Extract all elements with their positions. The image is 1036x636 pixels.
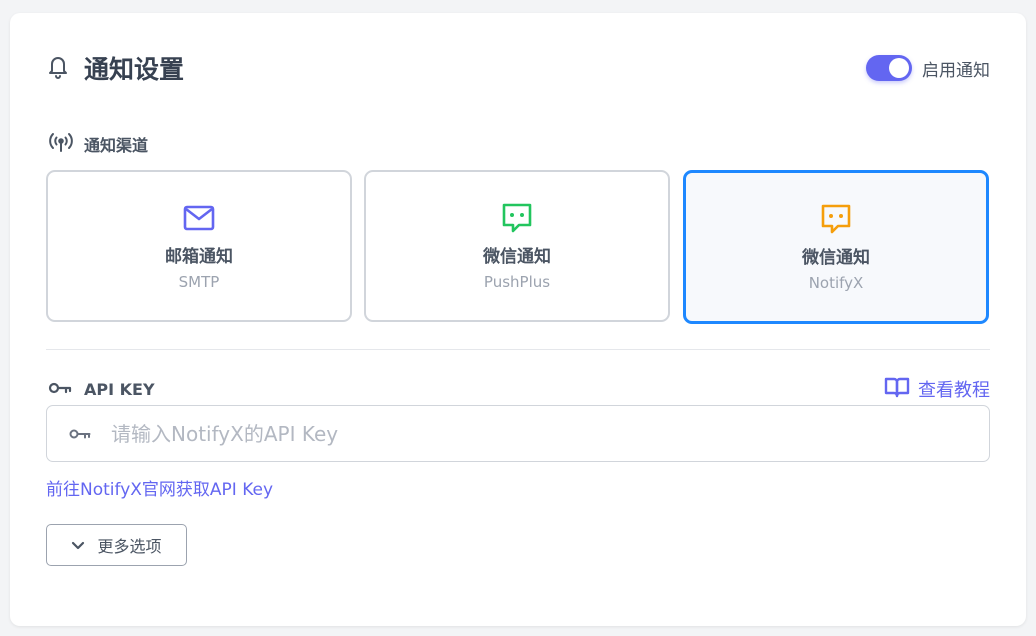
channel-sub: PushPlus [483,272,551,291]
chat-icon [820,203,852,235]
toggle-knob [889,58,909,78]
channel-options: 邮箱通知 SMTP 微信通知 PushPlus 微信通知 NotifyX [46,170,990,324]
chevron-down-icon [71,536,85,555]
section-divider [46,349,990,350]
settings-header: 通知设置 启用通知 [46,51,990,85]
view-tutorial-label: 查看教程 [918,380,990,401]
enable-notification-toggle[interactable] [866,55,912,81]
channel-sub: SMTP [178,272,220,291]
channel-name: 微信通知 [802,247,870,268]
channel-sub: NotifyX [808,273,864,292]
channel-option-notifyx[interactable]: 微信通知 NotifyX [683,170,989,324]
api-key-field[interactable] [46,405,990,462]
page-title: 通知设置 [84,55,185,84]
broadcast-icon [48,131,74,157]
view-tutorial-link[interactable]: 查看教程 [884,376,990,403]
api-key-label-group: API KEY [48,380,155,399]
enable-notification-toggle-group[interactable]: 启用通知 [866,55,990,81]
notification-settings-card: 通知设置 启用通知 通知渠道 邮箱通知 SMTP 微信通知 PushPlus 微… [10,13,1026,626]
more-options-label: 更多选项 [97,537,162,556]
chat-icon [501,202,533,234]
mail-icon [183,202,215,234]
book-icon [884,376,910,403]
title-group: 通知设置 [46,50,184,86]
channels-section-label: 通知渠道 [48,131,148,157]
api-key-label-row: API KEY 查看教程 [48,377,990,401]
toggle-label: 启用通知 [922,60,990,81]
key-icon [69,428,91,440]
key-icon [48,380,72,399]
api-key-input[interactable] [111,406,989,461]
api-key-label: API KEY [84,379,155,399]
channel-name: 邮箱通知 [165,246,233,267]
get-api-key-link[interactable]: 前往NotifyX官网获取API Key [46,475,273,500]
more-options-button[interactable]: 更多选项 [46,524,187,566]
channels-label: 通知渠道 [84,136,149,155]
channel-option-email[interactable]: 邮箱通知 SMTP [46,170,352,322]
channel-name: 微信通知 [483,246,551,267]
bell-icon [46,53,70,83]
channel-option-pushplus[interactable]: 微信通知 PushPlus [364,170,670,322]
